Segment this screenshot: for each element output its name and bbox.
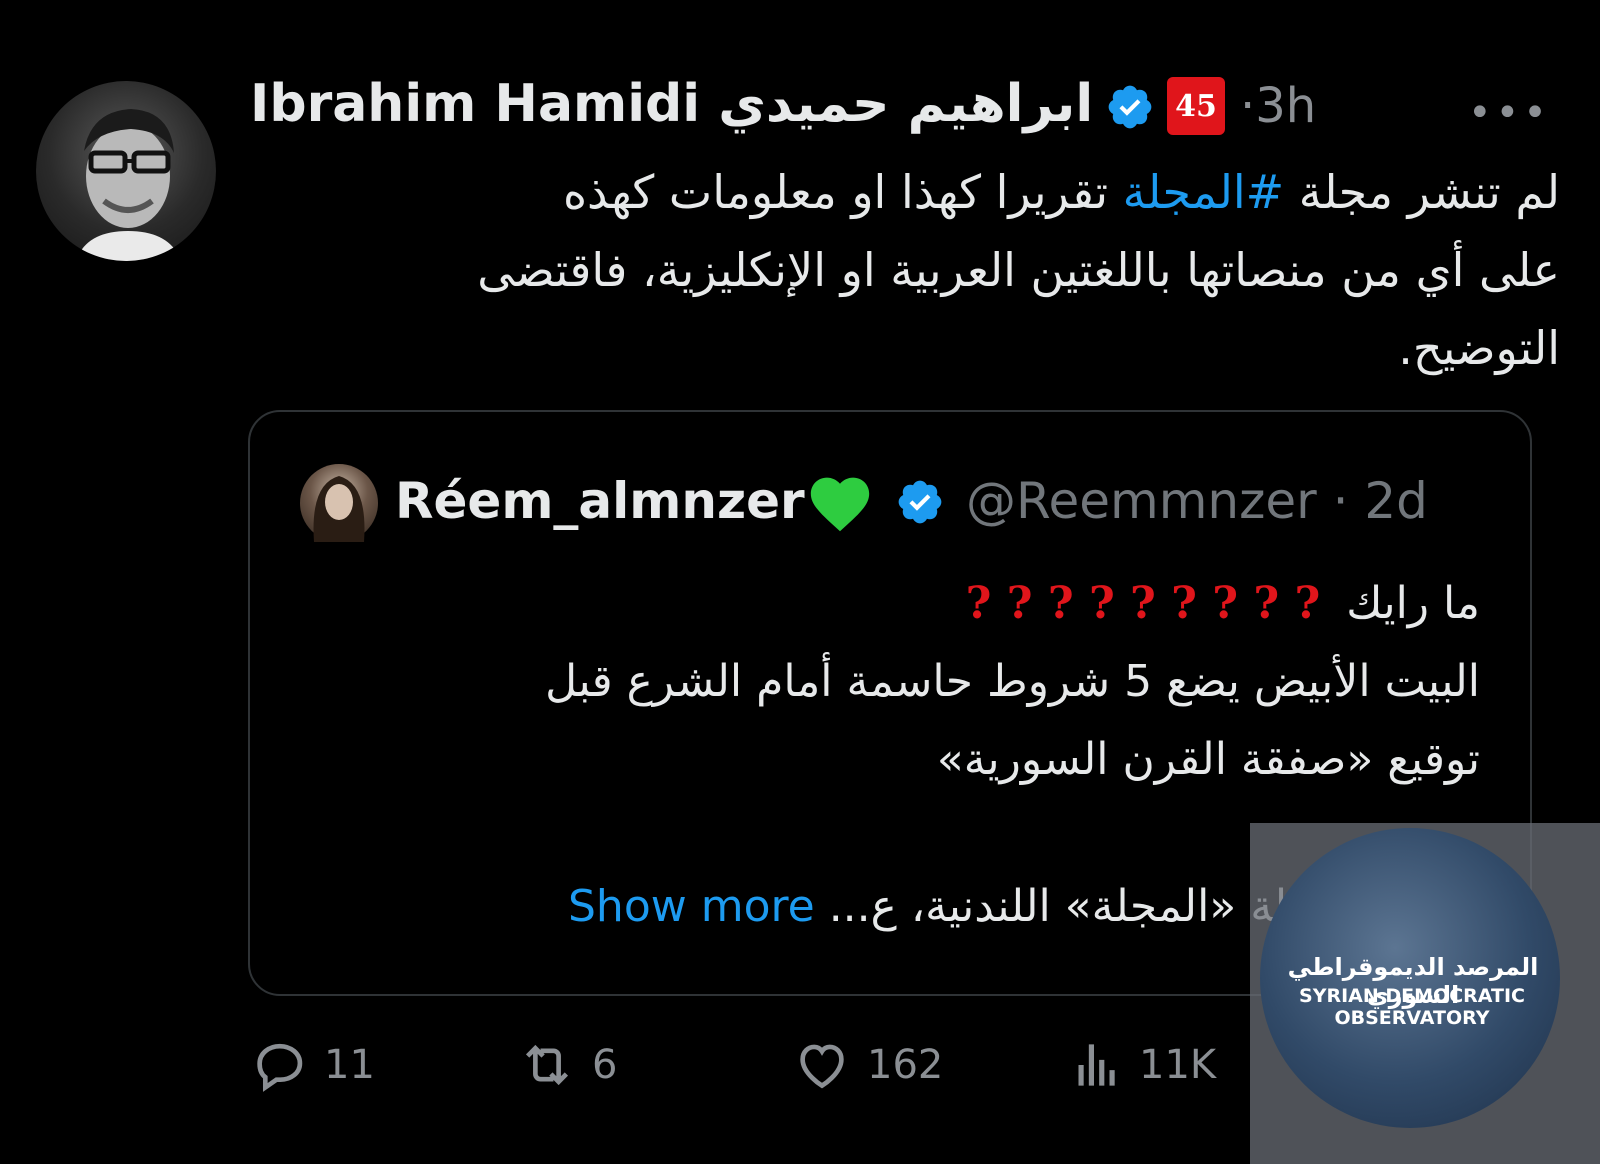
views-count: 11K [1139,1042,1217,1088]
question-marks: ? ? ? ? ? ? ? ? ? [965,578,1321,629]
like-count: 162 [867,1042,944,1088]
quoted-handle-timestamp[interactable]: @Reemmnzer · 2d [966,472,1428,530]
reply-button[interactable]: 11 [248,1030,375,1100]
green-heart-icon [810,477,870,532]
tweet-timestamp[interactable]: ·3h [1240,78,1316,134]
views-icon [1078,1044,1115,1086]
quoted-text-line-1: ما رايك? ? ? ? ? ? ? ? ? [965,578,1480,629]
show-more-link[interactable]: Show more [568,881,815,932]
quoted-display-name[interactable]: Réem_almnzer [395,472,805,530]
tweet-header: Ibrahim Hamidi ابراهيم حميدي 45 ·3h ••• [250,72,1590,142]
author-avatar[interactable] [36,81,216,261]
quoted-tweet-text: ما رايك? ? ? ? ? ? ? ? ? البيت الأبيض يض… [330,565,1480,799]
quoted-verified-badge-icon[interactable] [895,477,945,527]
repost-icon [525,1044,569,1086]
like-button[interactable]: 162 [791,1030,943,1100]
tweet-text: لم تنشر مجلة #المجلة تقريرا كهذا او معلو… [260,153,1560,387]
quoted-text-line-2: البيت الأبيض يضع 5 شروط حاسمة أمام الشرع… [545,656,1480,707]
views-button[interactable]: 11K [1063,1030,1216,1100]
repost-count: 6 [592,1042,618,1088]
quoted-author-photo [313,476,365,542]
quoted-text-line-3: توقيع «صفقة القرن السورية» [936,734,1480,785]
author-display-name[interactable]: Ibrahim Hamidi ابراهيم حميدي [250,74,1093,134]
more-options-icon[interactable]: ••• [1468,90,1551,136]
repost-button[interactable]: 6 [516,1030,617,1100]
watermark-overlay: المرصد الديموقراطي السوري SYRIAN DEMOCRA… [1250,823,1600,1164]
tweet-text-line-3: التوضيح. [1398,321,1560,375]
author-photo [76,109,181,261]
quoted-author-avatar[interactable] [300,464,378,542]
hashtag-link[interactable]: #المجلة [1123,165,1285,219]
tweet-text-line-1: لم تنشر مجلة #المجلة تقريرا كهذا او معلو… [562,165,1560,219]
like-icon [800,1044,844,1089]
reply-icon [257,1043,303,1092]
watermark-english-text: SYRIAN DEMOCRATIC OBSERVATORY [1299,985,1525,1029]
verified-badge-icon[interactable] [1105,82,1155,132]
tweet-text-line-2: على أي من منصاتها باللغتين العربية او ال… [477,243,1560,297]
reply-count: 11 [324,1042,375,1088]
affiliation-badge[interactable]: 45 [1167,77,1225,135]
